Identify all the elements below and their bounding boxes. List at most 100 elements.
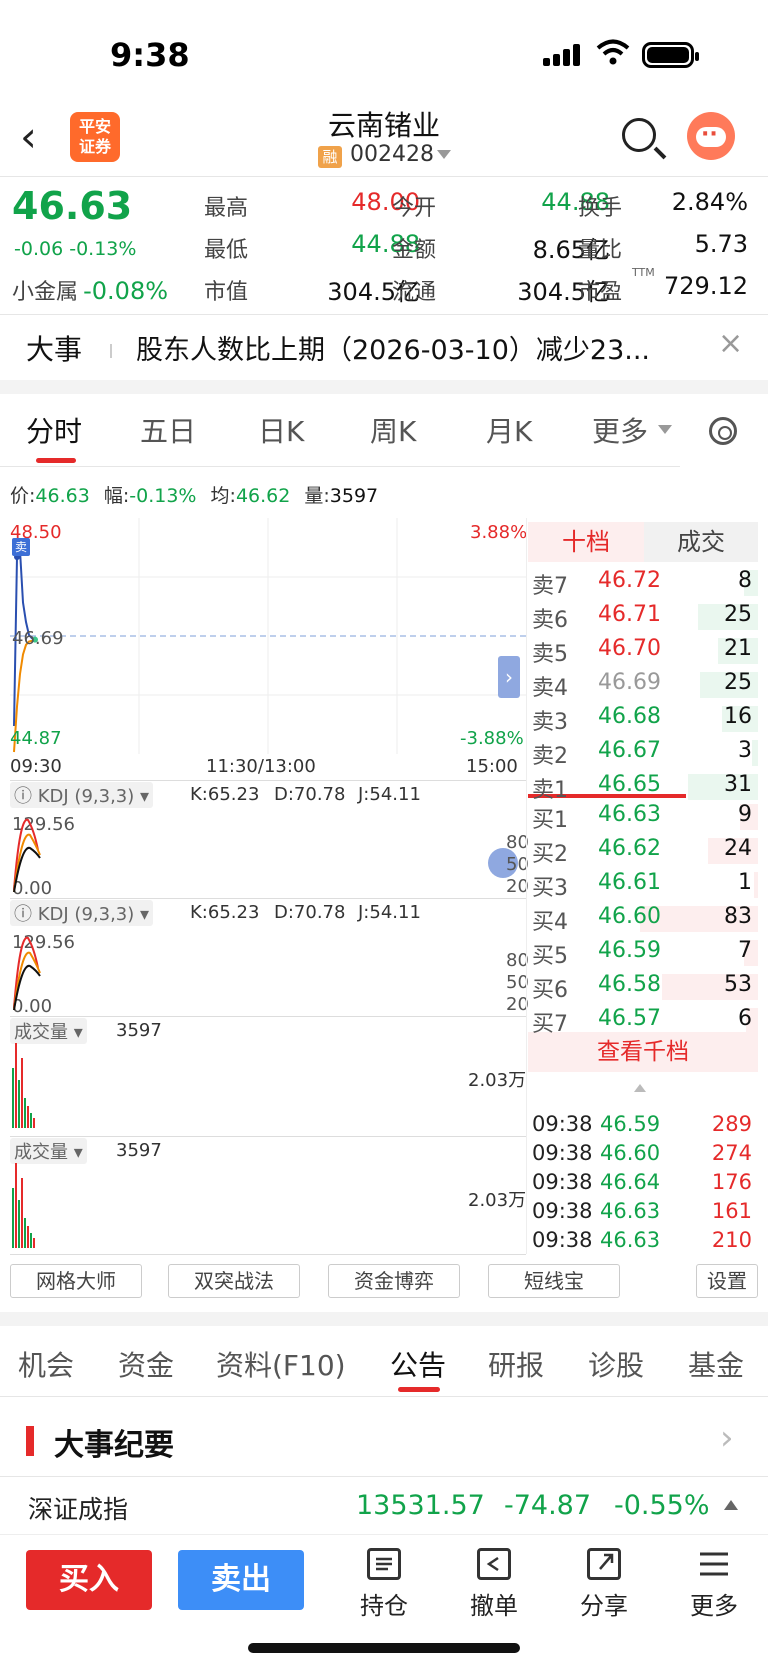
info-tab[interactable]: 公告 — [390, 1344, 446, 1384]
positions-button[interactable]: 持仓 — [344, 1548, 424, 1621]
tool-button[interactable]: 资金博弈 — [328, 1264, 460, 1298]
buy-level-row[interactable]: 买3 46.61 1 — [528, 868, 758, 902]
tick-volume: 274 — [711, 1141, 752, 1165]
chart-tab[interactable]: 更多 — [592, 410, 648, 450]
x-tick-label: 11:30/13:00 — [206, 756, 316, 777]
level-price: 46.65 — [598, 772, 661, 797]
volume-max: 2.03万 — [468, 1190, 527, 1211]
sell-level-row[interactable]: 卖3 46.68 16 — [528, 702, 758, 736]
tab-trades[interactable]: 成交 — [644, 522, 758, 562]
chevron-down-icon[interactable] — [437, 150, 451, 159]
level-price: 46.59 — [598, 938, 661, 963]
chart-tab[interactable]: 分时 — [26, 410, 82, 450]
gear-icon[interactable] — [709, 417, 737, 445]
panel-divider — [10, 1254, 526, 1255]
info-tab[interactable]: 资金 — [118, 1344, 174, 1384]
stat-value: 2.84% — [671, 188, 748, 216]
info-tab[interactable]: 基金 — [688, 1344, 744, 1384]
sell-marker[interactable]: 卖 — [12, 538, 30, 556]
sell-level-row[interactable]: 卖6 46.71 25 — [528, 600, 758, 634]
event-text[interactable]: 股东人数比上期（2026-03-10）减少23... — [136, 328, 696, 367]
event-separator — [110, 344, 112, 358]
chevron-down-icon[interactable] — [658, 425, 672, 434]
kdj-selector[interactable]: ⓘ KDJ (9,3,3) ▾ — [10, 782, 154, 808]
stat-label: 流通 — [392, 280, 437, 305]
stat-label: 金额 — [392, 238, 437, 263]
buy-level-row[interactable]: 买6 46.58 53 — [528, 970, 758, 1004]
chart-tab[interactable]: 五日 — [140, 410, 196, 450]
buy-level-row[interactable]: 买2 46.62 24 — [528, 834, 758, 868]
more-button[interactable]: 更多 — [674, 1548, 754, 1621]
sell-button[interactable]: 卖出 — [178, 1550, 304, 1610]
chart-tab[interactable]: 月K — [486, 410, 532, 450]
info-price: 46.63 — [35, 485, 90, 507]
change-pct: -0.13% — [69, 238, 137, 260]
tool-button[interactable]: 双突战法 — [168, 1264, 300, 1298]
intraday-chart[interactable] — [10, 518, 526, 754]
sell-level-row[interactable]: 卖7 46.72 8 — [528, 566, 758, 600]
tick-time: 09:38 — [532, 1141, 593, 1165]
level-volume: 24 — [724, 836, 752, 861]
level-volume: 83 — [724, 904, 752, 929]
buy-button[interactable]: 买入 — [26, 1550, 152, 1610]
tab-ten-levels[interactable]: 十档 — [528, 522, 644, 562]
kdj-j: J:54.11 — [358, 784, 421, 805]
index-ticker[interactable]: 深证成指 13531.57 -74.87 -0.55% — [0, 1478, 768, 1534]
cancel-order-button[interactable]: 撤单 — [454, 1548, 534, 1621]
kdj-header[interactable]: ⓘ KDJ (9,3,3) ▾ — [10, 900, 154, 926]
buy-level-row[interactable]: 买4 46.60 83 — [528, 902, 758, 936]
stock-code[interactable]: 002428 — [350, 142, 434, 167]
tool-button[interactable]: 短线宝 — [488, 1264, 620, 1298]
current-price: 46.63 — [12, 184, 133, 228]
sell-level-row[interactable]: 卖5 46.70 21 — [528, 634, 758, 668]
close-icon[interactable]: × — [718, 326, 743, 361]
info-pct: -0.13% — [129, 485, 197, 507]
sell-level-row[interactable]: 卖4 46.69 25 — [528, 668, 758, 702]
assistant-avatar-icon[interactable] — [687, 112, 735, 160]
chevron-right-icon[interactable]: › — [720, 1418, 734, 1458]
info-tab[interactable]: 研报 — [488, 1344, 544, 1384]
section-marker — [26, 1426, 34, 1456]
level-volume: 21 — [724, 636, 752, 661]
volume-selector[interactable]: 成交量 ▾ — [10, 1018, 87, 1044]
chevron-right-icon[interactable]: › — [498, 656, 520, 698]
view-thousand-levels-button[interactable]: 查看千档 — [528, 1032, 758, 1072]
chevron-up-icon[interactable] — [724, 1500, 738, 1510]
tool-button[interactable]: 设置 — [696, 1264, 758, 1298]
tick-price: 46.64 — [600, 1170, 661, 1194]
kdj-header[interactable]: ⓘ KDJ (9,3,3) ▾ — [10, 782, 154, 808]
sell-level-row[interactable]: 卖2 46.67 3 — [528, 736, 758, 770]
buy-level-row[interactable]: 买7 46.57 6 — [528, 1004, 758, 1038]
level-volume: 9 — [738, 802, 752, 827]
tick-volume: 176 — [711, 1170, 752, 1194]
volume-selector[interactable]: 成交量 ▾ — [10, 1138, 87, 1164]
events-section[interactable]: 大事纪要 › — [0, 1404, 768, 1476]
chart-info-line: 价:46.63 幅:-0.13% 均:46.62 量:3597 — [10, 485, 379, 507]
kdj-k: K:65.23 — [190, 902, 260, 923]
chart-tab[interactable]: 日K — [258, 410, 304, 450]
sell-level-row[interactable]: 卖1 46.65 31 — [528, 770, 758, 804]
volume-bar — [30, 1113, 32, 1128]
search-icon[interactable] — [622, 118, 656, 152]
info-tab[interactable]: 资料(F10) — [216, 1344, 346, 1384]
sector-info[interactable]: 小金属 -0.08% — [12, 274, 168, 306]
home-indicator[interactable] — [248, 1643, 520, 1653]
tick-volume: 210 — [711, 1228, 752, 1252]
list-icon — [367, 1548, 401, 1580]
level-volume: 53 — [724, 972, 752, 997]
buy-level-row[interactable]: 买5 46.59 7 — [528, 936, 758, 970]
volume-bar — [27, 1106, 29, 1128]
chart-tab[interactable]: 周K — [370, 410, 416, 450]
stat-label: 今开 — [392, 196, 437, 221]
info-tab[interactable]: 诊股 — [588, 1344, 644, 1384]
chevron-up-icon[interactable] — [634, 1084, 646, 1092]
buy-level-row[interactable]: 买1 46.63 9 — [528, 800, 758, 834]
tool-button[interactable]: 网格大师 — [10, 1264, 142, 1298]
info-avg: 46.62 — [235, 485, 291, 507]
battery-icon — [642, 42, 699, 68]
info-tab[interactable]: 机会 — [18, 1344, 74, 1384]
trade-tick-row: 09:38 46.60 274 — [528, 1141, 758, 1169]
share-button[interactable]: 分享 — [564, 1548, 644, 1621]
kdj-selector[interactable]: ⓘ KDJ (9,3,3) ▾ — [10, 900, 154, 926]
event-bar[interactable]: 大事 股东人数比上期（2026-03-10）减少23... × — [0, 316, 768, 378]
